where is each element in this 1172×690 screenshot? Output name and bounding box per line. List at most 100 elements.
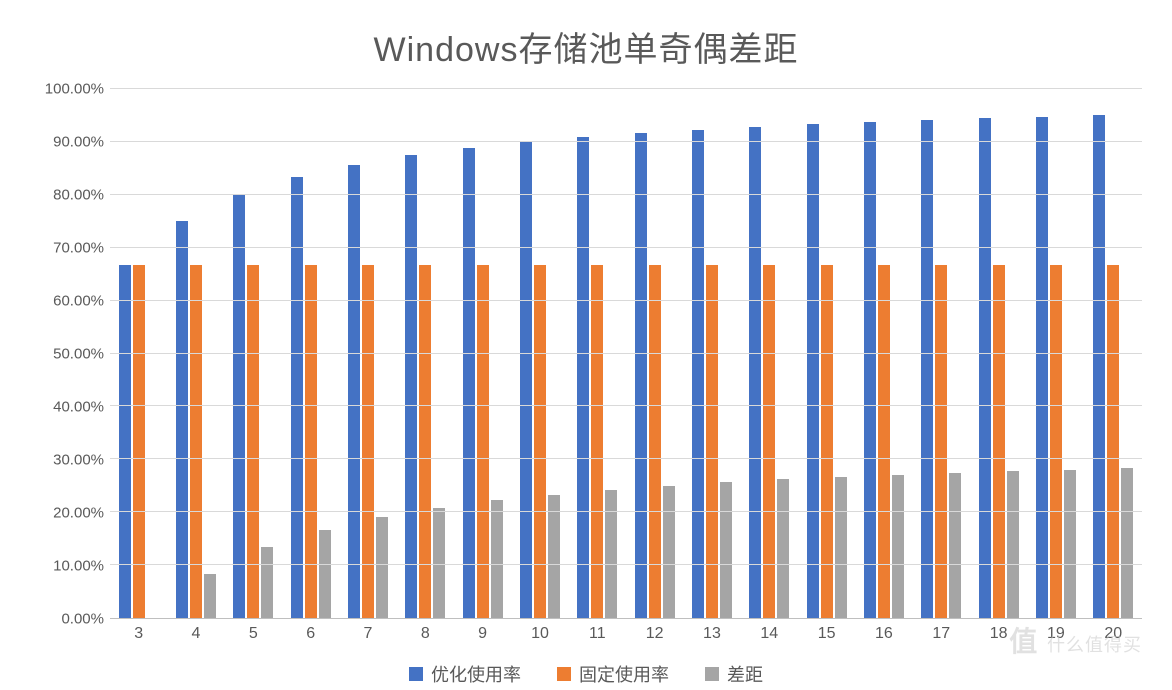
bar <box>949 473 961 618</box>
gridline <box>110 194 1142 195</box>
chart-title: Windows存储池单奇偶差距 <box>30 22 1142 71</box>
bar <box>635 133 647 618</box>
bar <box>835 477 847 618</box>
bar <box>348 165 360 618</box>
gridline <box>110 247 1142 248</box>
y-tick-label: 50.00% <box>53 346 104 363</box>
y-tick-label: 30.00% <box>53 452 104 469</box>
category-group <box>225 89 282 618</box>
y-tick-label: 60.00% <box>53 293 104 310</box>
y-axis: 0.00%10.00%20.00%30.00%40.00%50.00%60.00… <box>30 89 110 619</box>
bar <box>204 574 216 618</box>
category-group <box>741 89 798 618</box>
legend: 优化使用率 固定使用率 差距 <box>30 661 1142 687</box>
bar <box>405 155 417 618</box>
bar <box>777 479 789 618</box>
bar <box>892 475 904 618</box>
bar <box>692 130 704 618</box>
bar <box>491 500 503 618</box>
x-tick-label: 20 <box>1085 619 1142 643</box>
x-tick-label: 3 <box>110 619 167 643</box>
x-tick-label: 17 <box>913 619 970 643</box>
gridline <box>110 458 1142 459</box>
x-tick-label: 13 <box>683 619 740 643</box>
y-tick-label: 10.00% <box>53 558 104 575</box>
plot-area: 0.00%10.00%20.00%30.00%40.00%50.00%60.00… <box>30 89 1142 619</box>
category-group <box>282 89 339 618</box>
x-tick-label: 4 <box>167 619 224 643</box>
gridline <box>110 300 1142 301</box>
x-tick-label: 7 <box>339 619 396 643</box>
x-tick-label: 5 <box>225 619 282 643</box>
y-tick-label: 70.00% <box>53 240 104 257</box>
bar <box>319 530 331 618</box>
category-group <box>454 89 511 618</box>
x-axis: 34567891011121314151617181920 <box>110 619 1142 643</box>
bar <box>1093 115 1105 618</box>
category-group <box>397 89 454 618</box>
bar <box>1036 117 1048 618</box>
x-tick-label: 18 <box>970 619 1027 643</box>
bar <box>176 221 188 618</box>
bar <box>433 508 445 618</box>
category-group <box>110 89 167 618</box>
bars-row <box>110 89 1142 618</box>
bar <box>376 517 388 618</box>
y-tick-label: 100.00% <box>45 81 104 98</box>
category-group <box>1085 89 1142 618</box>
gridline <box>110 405 1142 406</box>
y-tick-label: 40.00% <box>53 399 104 416</box>
bar <box>1121 468 1133 618</box>
legend-item: 固定使用率 <box>557 661 669 687</box>
category-group <box>167 89 224 618</box>
gridline <box>110 88 1142 89</box>
bar <box>577 137 589 618</box>
legend-item: 差距 <box>705 661 763 687</box>
bar <box>291 177 303 618</box>
y-tick-label: 0.00% <box>61 611 104 628</box>
bar <box>720 482 732 618</box>
category-group <box>1027 89 1084 618</box>
x-tick-label: 15 <box>798 619 855 643</box>
bar <box>807 124 819 618</box>
chart-container: Windows存储池单奇偶差距 0.00% 10.00% 20.00% 30.00% 4… <box>0 0 1172 690</box>
bar <box>605 490 617 618</box>
x-tick-label: 8 <box>397 619 454 643</box>
gridline <box>110 141 1142 142</box>
bar <box>233 195 245 618</box>
x-tick-label: 9 <box>454 619 511 643</box>
category-group <box>511 89 568 618</box>
bar <box>548 495 560 618</box>
bar <box>1064 470 1076 618</box>
bar <box>463 148 475 618</box>
gridline <box>110 564 1142 565</box>
bar <box>1007 471 1019 618</box>
x-tick-label: 6 <box>282 619 339 643</box>
y-tick-label: 20.00% <box>53 505 104 522</box>
category-group <box>683 89 740 618</box>
bar <box>749 127 761 618</box>
y-tick-label: 90.00% <box>53 134 104 151</box>
legend-label: 优化使用率 <box>431 661 521 687</box>
gridline <box>110 511 1142 512</box>
legend-item: 优化使用率 <box>409 661 521 687</box>
legend-label: 固定使用率 <box>579 661 669 687</box>
bar <box>663 486 675 618</box>
category-group <box>626 89 683 618</box>
bar <box>520 142 532 618</box>
category-group <box>913 89 970 618</box>
legend-swatch <box>557 667 571 681</box>
legend-swatch <box>705 667 719 681</box>
legend-label: 差距 <box>727 661 763 687</box>
x-tick-label: 19 <box>1027 619 1084 643</box>
category-group <box>339 89 396 618</box>
x-tick-label: 14 <box>741 619 798 643</box>
x-tick-label: 11 <box>569 619 626 643</box>
category-group <box>569 89 626 618</box>
y-tick-label: 80.00% <box>53 187 104 204</box>
category-group <box>798 89 855 618</box>
category-group <box>970 89 1027 618</box>
x-tick-label: 12 <box>626 619 683 643</box>
grid-area <box>110 89 1142 619</box>
bar <box>864 122 876 618</box>
